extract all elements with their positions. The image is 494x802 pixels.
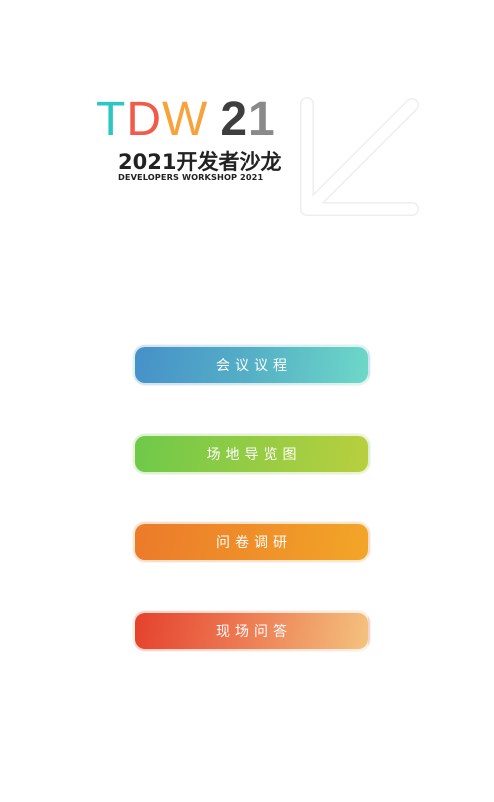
logo-letter-w: W: [162, 93, 209, 146]
venue-map-button[interactable]: 场地导览图: [133, 434, 370, 474]
logo-year-2: 2: [220, 93, 249, 146]
live-qa-button-label: 现场问答: [216, 624, 292, 640]
logo-letter-t: T: [96, 93, 127, 146]
logo-year-1: 1: [248, 93, 276, 146]
survey-button-label: 问卷调研: [216, 535, 292, 551]
logo-year: 21: [220, 96, 275, 144]
logo-letter-d: D: [126, 93, 162, 146]
agenda-button[interactable]: 会议议程: [133, 345, 370, 385]
venue-map-button-label: 场地导览图: [206, 447, 302, 463]
survey-button[interactable]: 问卷调研: [133, 522, 370, 562]
logo-subtitle-en: DEVELOPERS WORKSHOP 2021: [118, 172, 264, 182]
tdw-wordmark: T D W 21: [96, 96, 276, 144]
agenda-button-label: 会议议程: [216, 358, 292, 374]
arrow-decoration-icon: [300, 97, 419, 216]
live-qa-button[interactable]: 现场问答: [133, 611, 370, 651]
